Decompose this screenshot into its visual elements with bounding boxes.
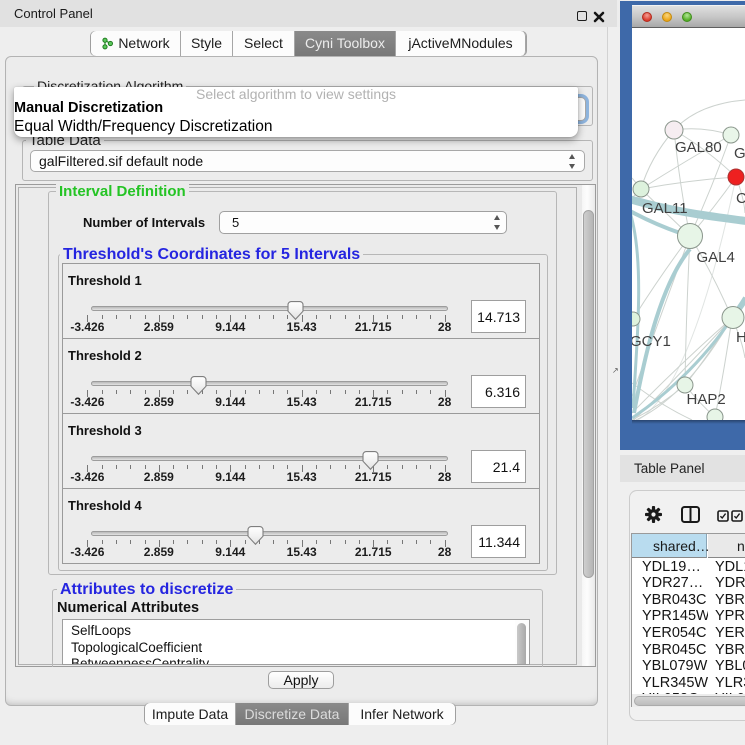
svg-text:H: H: [736, 329, 745, 346]
svg-text:GCY1: GCY1: [632, 333, 671, 350]
svg-text:GAL80: GAL80: [675, 139, 722, 156]
svg-text:GAL11: GAL11: [642, 200, 688, 217]
svg-text:GA: GA: [734, 145, 745, 162]
svg-text:GAL4: GAL4: [697, 249, 735, 266]
svg-text:HAP2: HAP2: [687, 391, 726, 408]
svg-text:C: C: [736, 190, 745, 207]
